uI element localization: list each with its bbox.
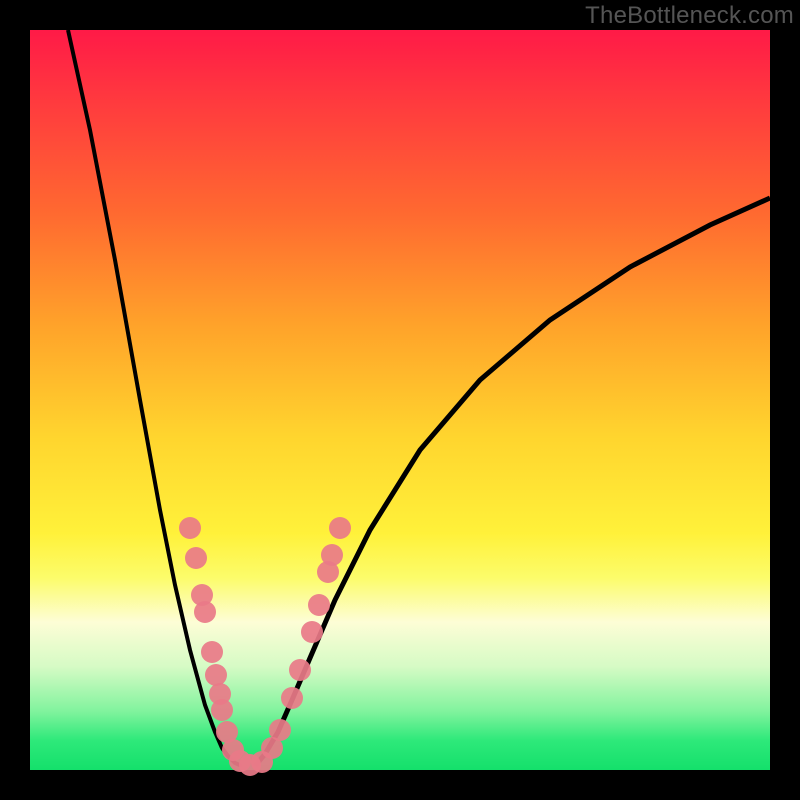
chart-overlay	[30, 30, 770, 770]
marker-dot	[269, 719, 291, 741]
marker-dot	[211, 699, 233, 721]
marker-dot	[185, 547, 207, 569]
marker-dot	[201, 641, 223, 663]
marker-dot	[205, 664, 227, 686]
marker-dot	[179, 517, 201, 539]
marker-dot	[308, 594, 330, 616]
marker-dot	[301, 621, 323, 643]
curve-right	[255, 198, 770, 766]
highlight-markers	[179, 517, 351, 776]
watermark-text: TheBottleneck.com	[585, 2, 794, 30]
marker-dot	[321, 544, 343, 566]
marker-dot	[329, 517, 351, 539]
marker-dot	[281, 687, 303, 709]
marker-dot	[289, 659, 311, 681]
marker-dot	[194, 601, 216, 623]
